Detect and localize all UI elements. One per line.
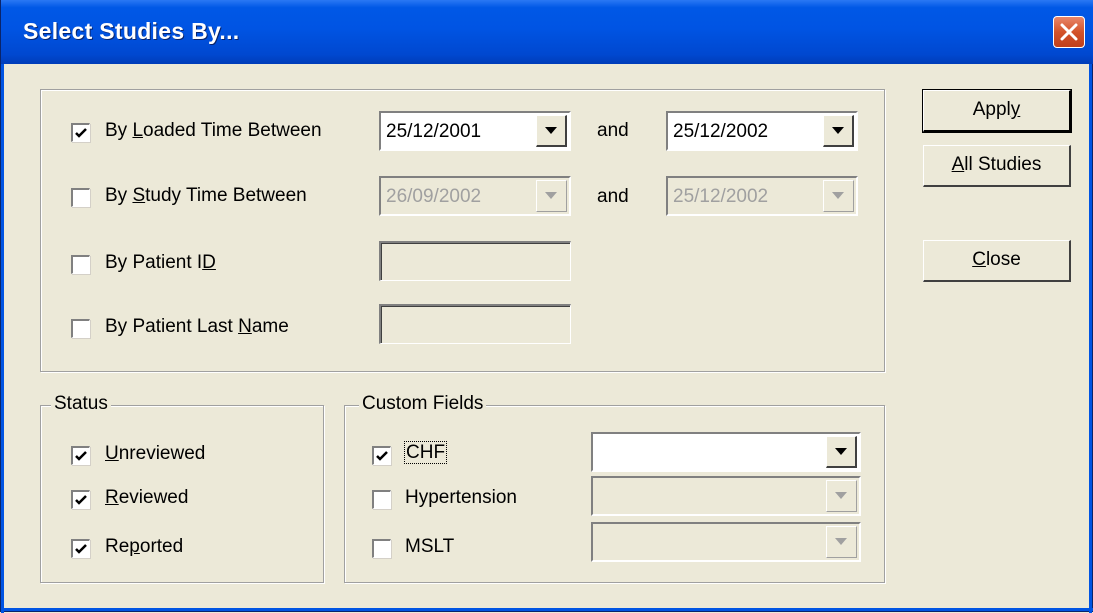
patient-last-name-label[interactable]: By Patient Last Name: [105, 316, 289, 338]
loaded-time-from-value: 25/12/2001: [386, 121, 482, 142]
close-window-button[interactable]: [1053, 16, 1085, 48]
chevron-down-icon: [835, 492, 847, 499]
unreviewed-checkbox[interactable]: [71, 446, 90, 465]
all-studies-button[interactable]: All Studies: [923, 145, 1071, 187]
checkmark-icon: [376, 451, 388, 461]
status-legend: Status: [51, 393, 111, 415]
dropdown-button: [826, 526, 857, 558]
study-time-from-combo: 26/09/2002: [379, 176, 571, 216]
patient-last-name-input: [379, 304, 571, 344]
patient-id-checkbox[interactable]: [71, 255, 90, 274]
patient-last-name-checkbox[interactable]: [71, 319, 90, 338]
close-icon: [1060, 23, 1078, 41]
and-label: and: [597, 186, 629, 207]
checkmark-icon: [75, 495, 87, 505]
loaded-time-from-combo[interactable]: 25/12/2001: [379, 111, 571, 151]
reported-label[interactable]: Reported: [105, 536, 183, 558]
apply-button[interactable]: Apply: [922, 89, 1072, 133]
and-label: and: [597, 120, 629, 141]
dropdown-button[interactable]: [826, 436, 857, 468]
chf-checkbox[interactable]: [372, 446, 391, 465]
reported-checkbox[interactable]: [71, 539, 90, 558]
title-bar[interactable]: Select Studies By...: [1, 0, 1093, 64]
checkmark-icon: [75, 544, 87, 554]
checkmark-icon: [75, 128, 87, 138]
loaded-time-label[interactable]: By Loaded Time Between: [105, 120, 322, 142]
close-button[interactable]: Close: [923, 240, 1071, 282]
mslt-label[interactable]: MSLT: [405, 536, 454, 558]
dropdown-button[interactable]: [823, 115, 854, 147]
chevron-down-icon: [835, 538, 847, 545]
patient-id-label[interactable]: By Patient ID: [105, 252, 216, 274]
mslt-combo: [591, 522, 861, 562]
window-title: Select Studies By...: [23, 18, 240, 44]
study-time-from-value: 26/09/2002: [386, 186, 482, 207]
reviewed-label[interactable]: Reviewed: [105, 487, 188, 509]
checkmark-icon: [75, 451, 87, 461]
dropdown-button[interactable]: [536, 115, 567, 147]
dropdown-button: [823, 180, 854, 212]
study-time-to-combo: 25/12/2002: [666, 176, 858, 216]
unreviewed-label[interactable]: Unreviewed: [105, 443, 205, 465]
study-time-checkbox[interactable]: [71, 188, 90, 207]
loaded-time-to-combo[interactable]: 25/12/2002: [666, 111, 858, 151]
chf-label[interactable]: CHF: [404, 441, 448, 464]
chf-combo[interactable]: [591, 432, 861, 472]
chevron-down-icon: [545, 127, 557, 134]
loaded-time-checkbox[interactable]: [71, 123, 90, 142]
chevron-down-icon: [835, 448, 847, 455]
dialog-window: Select Studies By... By Loaded Time Betw…: [0, 0, 1093, 613]
dropdown-button: [826, 480, 857, 512]
study-time-label[interactable]: By Study Time Between: [105, 185, 307, 207]
chevron-down-icon: [545, 192, 557, 199]
chevron-down-icon: [832, 127, 844, 134]
hypertension-checkbox[interactable]: [372, 490, 391, 509]
hypertension-combo: [591, 476, 861, 516]
study-time-to-value: 25/12/2002: [673, 186, 769, 207]
loaded-time-to-value: 25/12/2002: [673, 121, 769, 142]
mslt-checkbox[interactable]: [372, 539, 391, 558]
patient-id-input: [379, 241, 571, 281]
dropdown-button: [536, 180, 567, 212]
reviewed-checkbox[interactable]: [71, 490, 90, 509]
custom-fields-legend: Custom Fields: [359, 393, 487, 415]
chevron-down-icon: [832, 192, 844, 199]
hypertension-label[interactable]: Hypertension: [405, 487, 517, 509]
